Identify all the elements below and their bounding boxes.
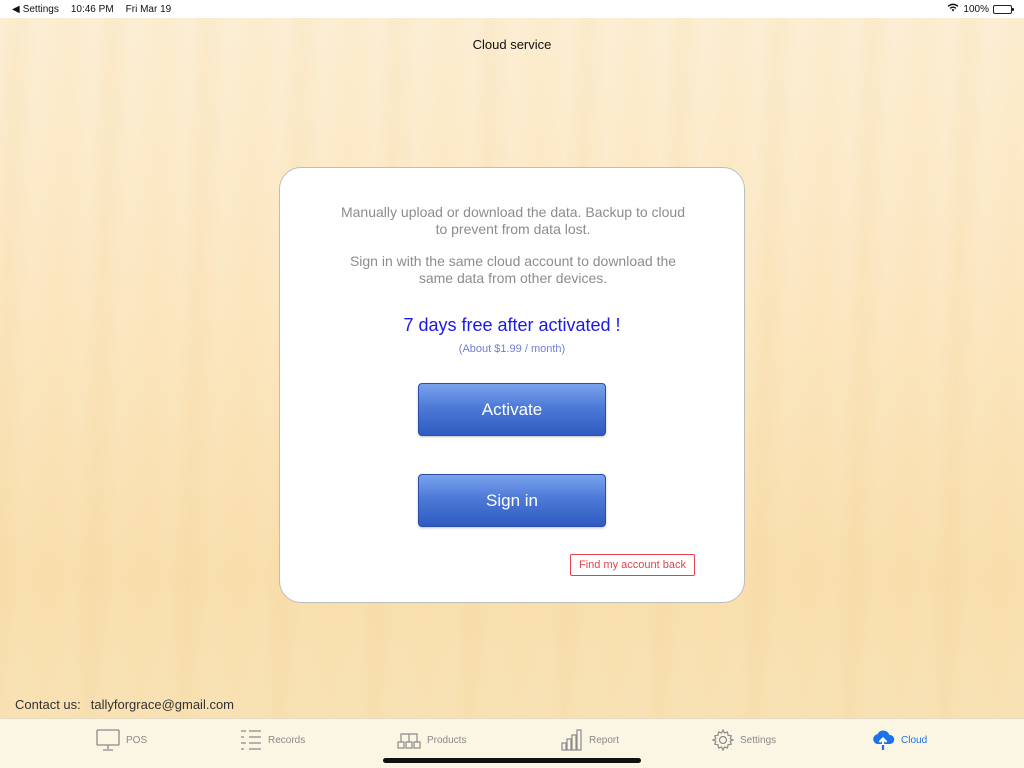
tab-settings[interactable]: Settings — [712, 727, 776, 753]
sign-in-button[interactable]: Sign in — [418, 474, 606, 527]
tab-cloud[interactable]: Cloud — [871, 727, 927, 753]
battery-icon — [993, 4, 1014, 14]
status-date: Fri Mar 19 — [125, 3, 172, 15]
page-title: Cloud service — [472, 37, 552, 52]
status-time: 10:46 PM — [70, 3, 114, 15]
monitor-icon — [96, 729, 120, 751]
back-to-settings-link[interactable]: ◀ Settings — [12, 4, 59, 15]
home-indicator — [383, 758, 641, 763]
tab-report-label: Report — [589, 734, 620, 746]
tab-cloud-label: Cloud — [901, 734, 928, 746]
status-bar: ◀ Settings 10:46 PM Fri Mar 19 100% — [0, 0, 1024, 18]
status-left: ◀ Settings 10:46 PM Fri Mar 19 — [12, 4, 171, 15]
activate-button[interactable]: Activate — [418, 383, 606, 436]
tab-pos-label: POS — [126, 734, 148, 746]
status-right: 100% — [947, 3, 1014, 15]
wifi-icon — [947, 3, 959, 15]
cloud-service-card: Manually upload or download the data. Ba… — [279, 167, 745, 603]
description-sync: Sign in with the same cloud account to d… — [349, 253, 677, 286]
products-icon — [397, 730, 421, 750]
bar-chart-icon — [561, 729, 583, 751]
contact-label: Contact us: — [15, 697, 81, 712]
tab-report[interactable]: Report — [561, 727, 619, 753]
price-note: (About $1.99 / month) — [458, 343, 566, 355]
contact-info: Contact us: tallyforgrace@gmail.com — [15, 697, 234, 712]
tab-products[interactable]: Products — [397, 727, 466, 753]
gear-icon — [712, 729, 734, 751]
find-account-button[interactable]: Find my account back — [570, 554, 695, 576]
tab-records[interactable]: Records — [240, 727, 305, 753]
tab-pos[interactable]: POS — [96, 727, 147, 753]
tab-records-label: Records — [268, 734, 306, 746]
cloud-upload-icon — [871, 729, 895, 751]
contact-email[interactable]: tallyforgrace@gmail.com — [91, 697, 234, 712]
description-backup: Manually upload or download the data. Ba… — [340, 204, 685, 237]
list-icon — [240, 729, 262, 751]
tab-products-label: Products — [427, 734, 467, 746]
free-trial-promo: 7 days free after activated ! — [403, 315, 621, 335]
tab-settings-label: Settings — [740, 734, 777, 746]
battery-percent: 100% — [963, 3, 989, 15]
back-label: Settings — [22, 3, 59, 15]
back-triangle-icon: ◀ — [12, 3, 20, 15]
